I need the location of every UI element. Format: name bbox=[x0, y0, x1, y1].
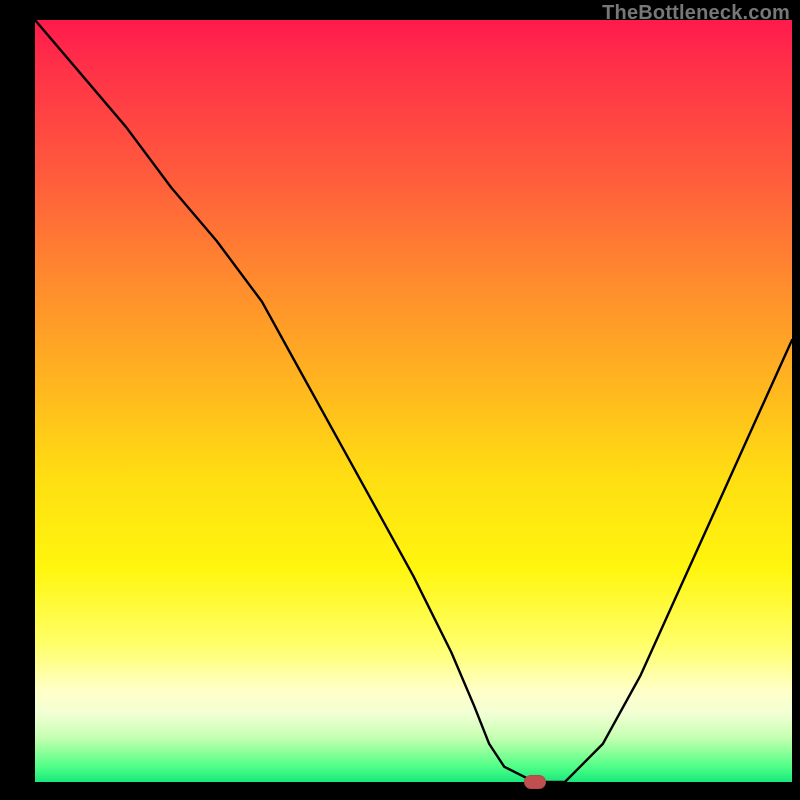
chart-stage: TheBottleneck.com bbox=[0, 0, 800, 800]
plot-area bbox=[35, 20, 792, 782]
watermark-label: TheBottleneck.com bbox=[602, 2, 790, 25]
optimal-marker bbox=[524, 775, 546, 789]
